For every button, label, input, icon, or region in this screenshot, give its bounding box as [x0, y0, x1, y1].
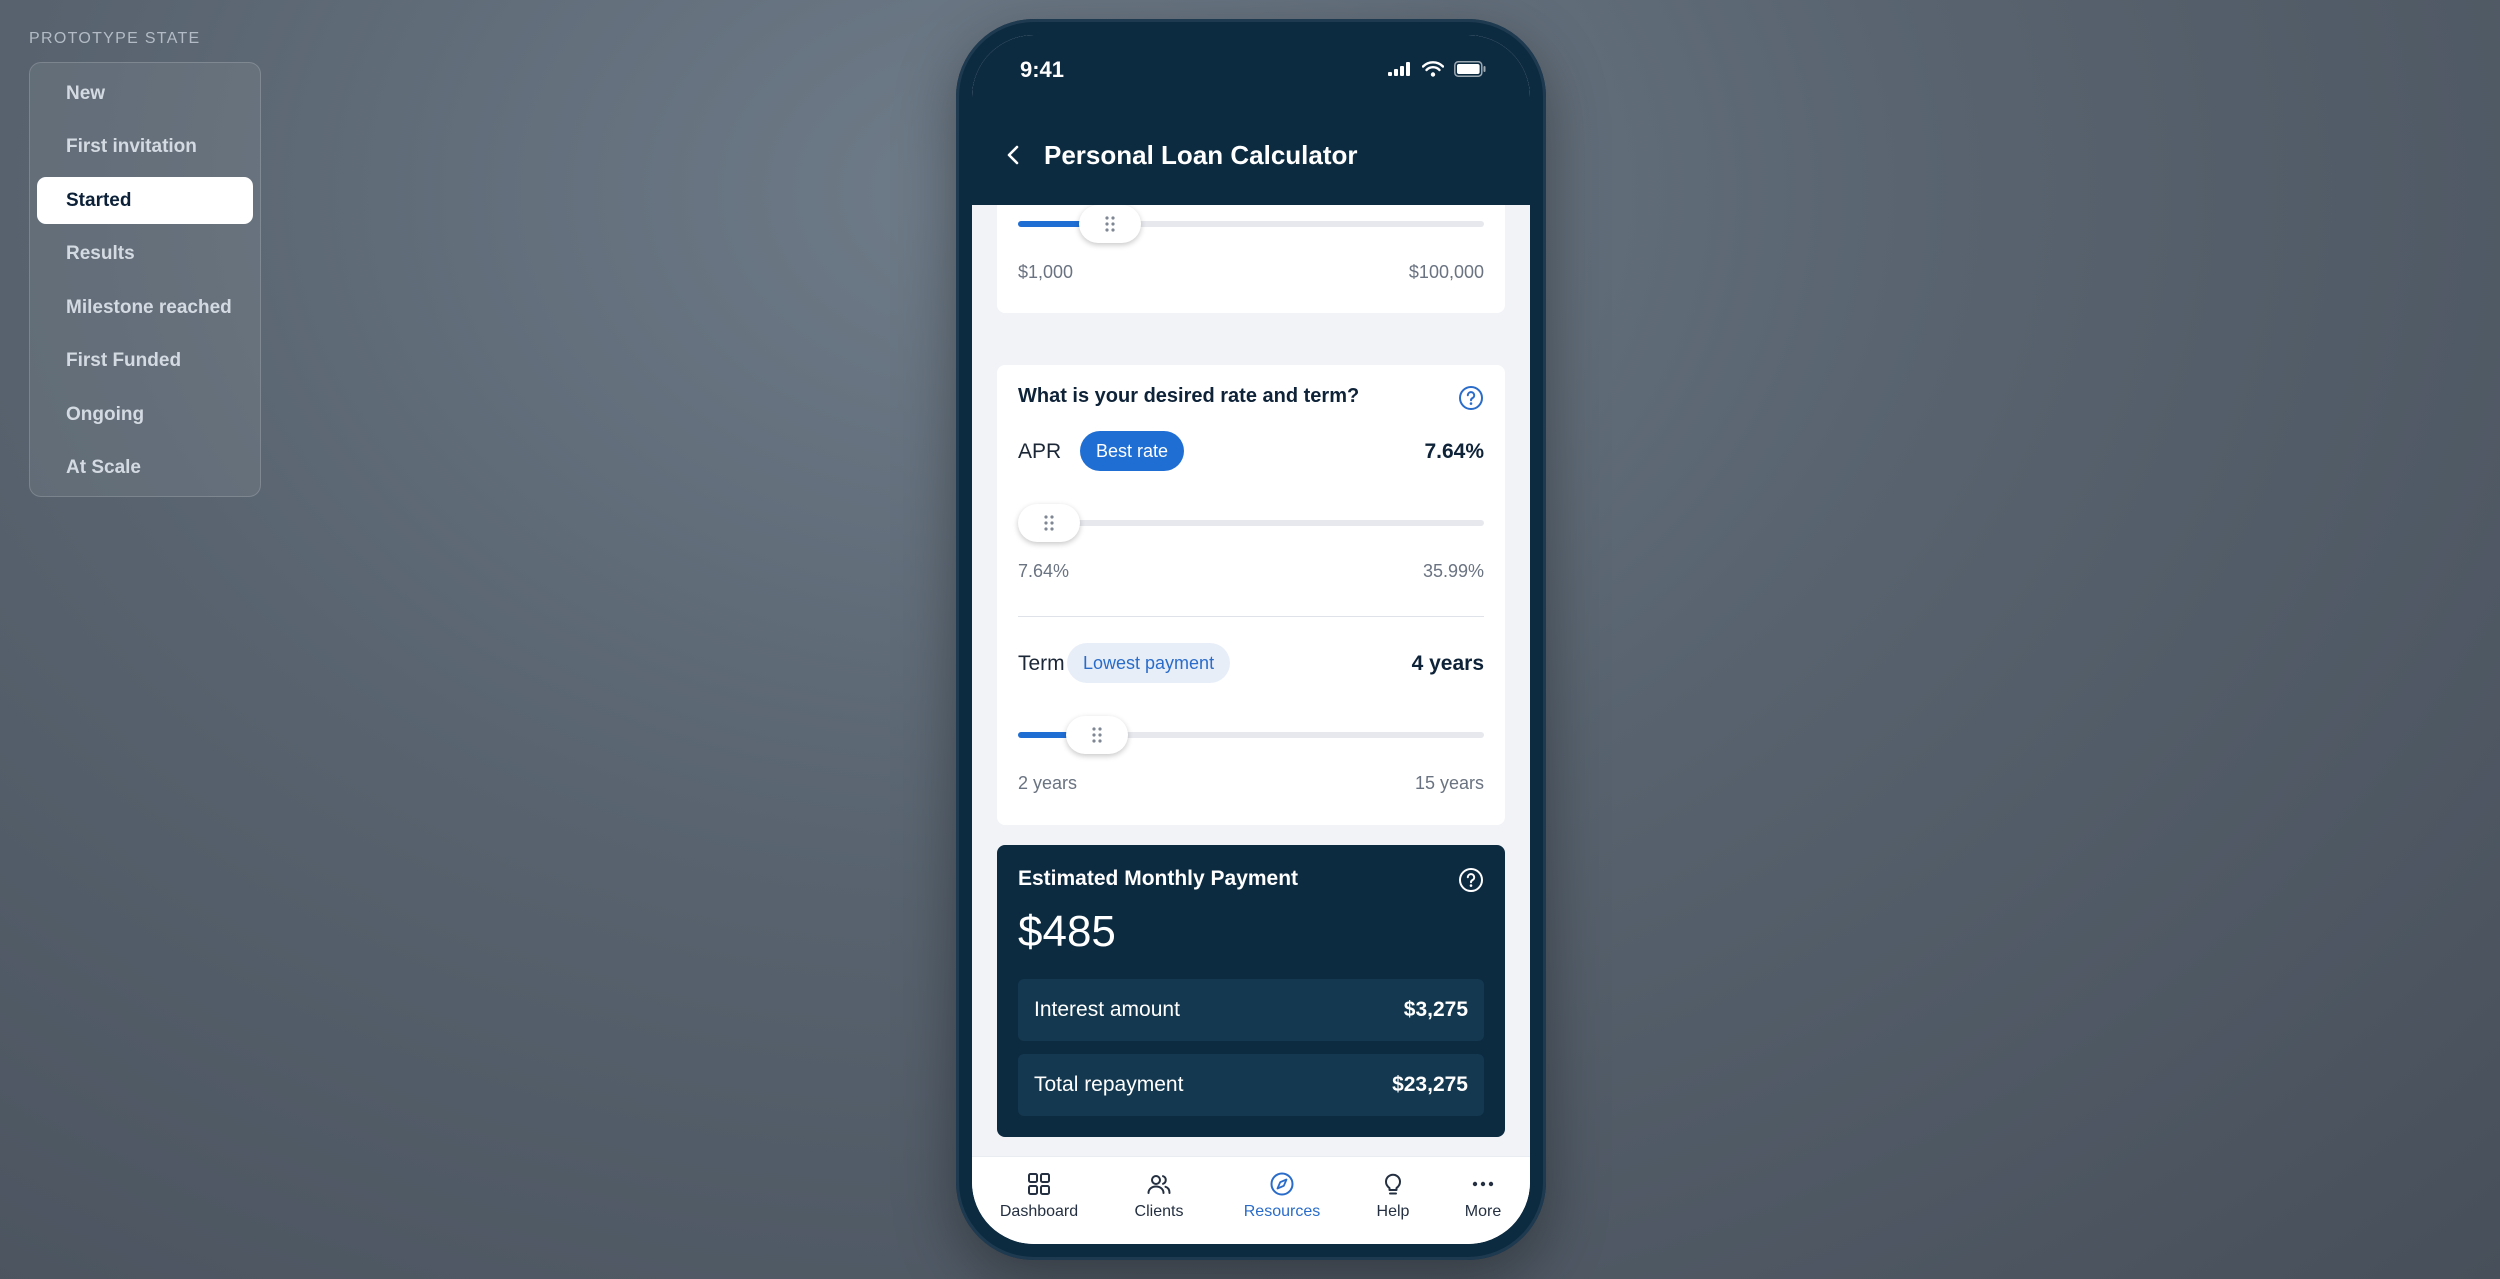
phone-screen: 9:41 Personal Loan Calculator $1,000 $10… [972, 35, 1530, 1244]
app-bar: Personal Loan Calculator [972, 105, 1530, 205]
state-item-started[interactable]: Started [37, 177, 253, 224]
battery-icon [1454, 61, 1486, 77]
nav-label: Help [1376, 1203, 1410, 1220]
nav-item-more[interactable]: More [1446, 1171, 1520, 1221]
total-repayment-label: Total repayment [1034, 1073, 1184, 1096]
total-repayment-row: Total repayment $23,275 [1018, 1054, 1484, 1116]
state-item-at-scale[interactable]: At Scale [37, 445, 253, 492]
drag-handle-icon [1104, 216, 1115, 232]
rate-term-card: What is your desired rate and term? APR … [997, 365, 1505, 825]
interest-amount-label: Interest amount [1034, 998, 1180, 1021]
drag-handle-icon [1092, 727, 1103, 743]
lowest-payment-badge[interactable]: Lowest payment [1067, 643, 1231, 683]
loan-amount-slider[interactable] [1018, 205, 1484, 243]
state-item-first-invitation[interactable]: First invitation [37, 124, 253, 171]
drag-handle-icon [1044, 515, 1054, 531]
estimated-payment-card: Estimated Monthly Payment $485 Interest … [997, 845, 1505, 1137]
apr-value: 7.64% [1424, 440, 1484, 463]
lightbulb-icon [1385, 1173, 1401, 1195]
nav-item-dashboard[interactable]: Dashboard [986, 1171, 1092, 1221]
term-label: Term [1018, 652, 1065, 675]
best-rate-badge[interactable]: Best rate [1080, 431, 1185, 471]
bottom-navigation: Dashboard Clients Resources Help More [972, 1156, 1530, 1244]
loan-amount-slider-thumb[interactable] [1078, 205, 1141, 243]
more-icon [1472, 1181, 1494, 1187]
calculator-content[interactable]: $1,000 $100,000 What is your desired rat… [972, 205, 1530, 1156]
apr-slider[interactable] [1018, 504, 1484, 542]
apr-slider-thumb[interactable] [1018, 504, 1080, 542]
phone-frame: 9:41 Personal Loan Calculator $1,000 $10… [956, 19, 1546, 1260]
term-slider[interactable] [1018, 716, 1484, 754]
total-repayment-value: $23,275 [1392, 1073, 1468, 1096]
prototype-state-panel: New First invitation Started Results Mil… [29, 62, 261, 497]
rate-term-question: What is your desired rate and term? [1018, 385, 1360, 407]
nav-item-resources[interactable]: Resources [1226, 1171, 1338, 1221]
section-divider [1018, 616, 1484, 617]
term-value: 4 years [1411, 652, 1484, 675]
term-slider-thumb[interactable] [1066, 716, 1129, 754]
apr-label: APR [1018, 440, 1062, 463]
help-circle-icon[interactable] [1458, 385, 1484, 411]
interest-amount-value: $3,275 [1403, 998, 1468, 1021]
loan-amount-min-label: $1,000 [1018, 262, 1074, 282]
help-circle-icon[interactable] [1458, 867, 1484, 893]
state-item-new[interactable]: New [37, 70, 253, 117]
term-max-label: 15 years [1414, 773, 1484, 793]
state-item-first-funded[interactable]: First Funded [37, 338, 253, 385]
nav-label: More [1464, 1203, 1502, 1220]
status-time: 9:41 [1020, 57, 1065, 82]
status-bar: 9:41 [972, 35, 1530, 105]
monthly-payment-amount: $485 [1018, 907, 1116, 956]
state-item-milestone-reached[interactable]: Milestone reached [37, 284, 253, 331]
nav-item-clients[interactable]: Clients [1114, 1171, 1204, 1221]
estimate-title: Estimated Monthly Payment [1018, 867, 1299, 890]
apr-min-label: 7.64% [1018, 561, 1070, 581]
state-item-ongoing[interactable]: Ongoing [37, 391, 253, 438]
users-icon [1147, 1175, 1171, 1194]
signal-icon [1388, 62, 1410, 76]
interest-amount-row: Interest amount $3,275 [1018, 979, 1484, 1041]
page-title: Personal Loan Calculator [1044, 140, 1358, 170]
apr-max-label: 35.99% [1422, 561, 1484, 581]
loan-amount-max-label: $100,000 [1408, 262, 1484, 282]
nav-item-help[interactable]: Help [1356, 1171, 1430, 1221]
grid-icon [1028, 1173, 1050, 1195]
loan-amount-card: $1,000 $100,000 [997, 205, 1505, 313]
compass-icon [1270, 1172, 1294, 1196]
term-min-label: 2 years [1018, 773, 1078, 793]
nav-label: Clients [1134, 1203, 1184, 1220]
state-item-results[interactable]: Results [37, 231, 253, 278]
prototype-state-label: PROTOTYPE STATE [29, 30, 201, 47]
nav-label: Resources [1243, 1203, 1321, 1220]
nav-label: Dashboard [999, 1203, 1079, 1220]
back-arrow-icon[interactable] [1002, 141, 1026, 169]
wifi-icon [1422, 61, 1444, 77]
